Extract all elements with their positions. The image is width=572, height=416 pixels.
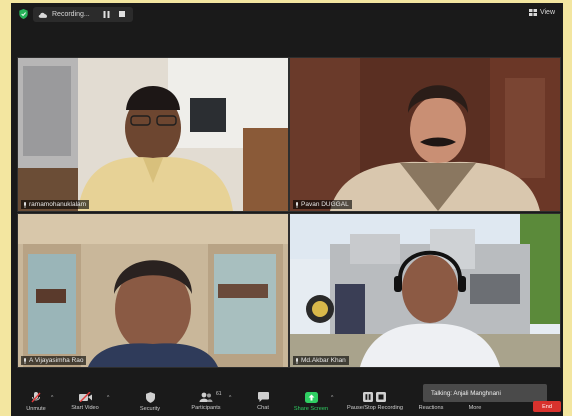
participant-video-3: [18, 214, 288, 367]
grid-view-icon: [528, 9, 537, 16]
participant-name: ramamohanuklalam: [29, 201, 87, 208]
chat-bubble-icon: [257, 392, 269, 402]
share-screen-button[interactable]: Share Screen: [291, 386, 331, 416]
mic-icon: [24, 201, 26, 208]
participant-name-tag: Pavan DUGGAL: [293, 200, 352, 209]
chat-button[interactable]: Chat: [253, 386, 273, 416]
participants-icon: [199, 392, 213, 402]
video-tile-3[interactable]: A Vijayasimha Rao: [17, 213, 289, 368]
mic-icon: [296, 201, 298, 208]
pause-recording-icon[interactable]: [103, 11, 110, 18]
muted-mic-icon: [31, 392, 41, 403]
talking-indicator: Talking: Anjali Manghnani: [423, 384, 547, 402]
participant-video-2: [290, 58, 560, 211]
view-button[interactable]: View: [528, 9, 555, 16]
security-button[interactable]: Security: [136, 386, 164, 416]
top-bar: Recording... View: [11, 3, 563, 25]
chat-label: Chat: [257, 405, 269, 411]
mic-icon: [24, 357, 26, 364]
participant-video-4: [290, 214, 560, 367]
chevron-up-icon[interactable]: ^: [331, 395, 333, 401]
participant-name: Pavan DUGGAL: [301, 201, 349, 208]
video-tile-2[interactable]: Pavan DUGGAL: [289, 57, 561, 212]
participant-name-tag: Md.Akbar Khan: [293, 356, 349, 365]
video-tile-1[interactable]: ramamohanuklalam: [17, 57, 289, 212]
cloud-icon: [38, 12, 48, 18]
video-tile-4[interactable]: Md.Akbar Khan: [289, 213, 561, 368]
participant-name: Md.Akbar Khan: [301, 357, 346, 364]
participant-name-tag: A Vijayasimha Rao: [21, 356, 87, 365]
recording-indicator: Recording...: [33, 7, 133, 22]
participant-video-1: [18, 58, 288, 211]
unmute-label: Unmute: [26, 406, 46, 412]
unmute-button[interactable]: Unmute: [23, 386, 49, 416]
stop-recording-icon[interactable]: [119, 11, 125, 17]
share-screen-icon: [304, 392, 318, 403]
reactions-label: Reactions: [418, 405, 444, 411]
pause-stop-recording-button[interactable]: Pause/Stop Recording: [342, 386, 408, 416]
mic-icon: [296, 357, 298, 364]
security-shield-icon: [145, 392, 155, 403]
pause-stop-icon: [363, 392, 386, 402]
recording-label: Recording...: [52, 11, 90, 18]
participant-name-tag: ramamohanuklalam: [21, 200, 90, 209]
share-screen-label: Share Screen: [293, 406, 329, 412]
view-label: View: [539, 9, 555, 16]
participant-name: A Vijayasimha Rao: [29, 357, 84, 364]
pause-stop-recording-label: Pause/Stop Recording: [347, 405, 403, 411]
security-label: Security: [139, 406, 161, 412]
start-video-label: Start Video: [71, 405, 99, 411]
more-label: More: [468, 405, 482, 411]
shield-icon[interactable]: [19, 9, 28, 19]
chevron-up-icon[interactable]: ^: [51, 395, 53, 401]
participants-count: 61: [216, 391, 222, 397]
meeting-window: Recording... View ramamohanuklalam Pavan…: [11, 3, 563, 416]
video-off-icon: [78, 392, 92, 402]
chevron-up-icon[interactable]: ^: [229, 395, 231, 401]
participants-label: Participants: [191, 405, 221, 411]
start-video-button[interactable]: Start Video: [67, 386, 103, 416]
end-button[interactable]: End: [533, 401, 561, 412]
chevron-up-icon[interactable]: ^: [107, 395, 109, 401]
